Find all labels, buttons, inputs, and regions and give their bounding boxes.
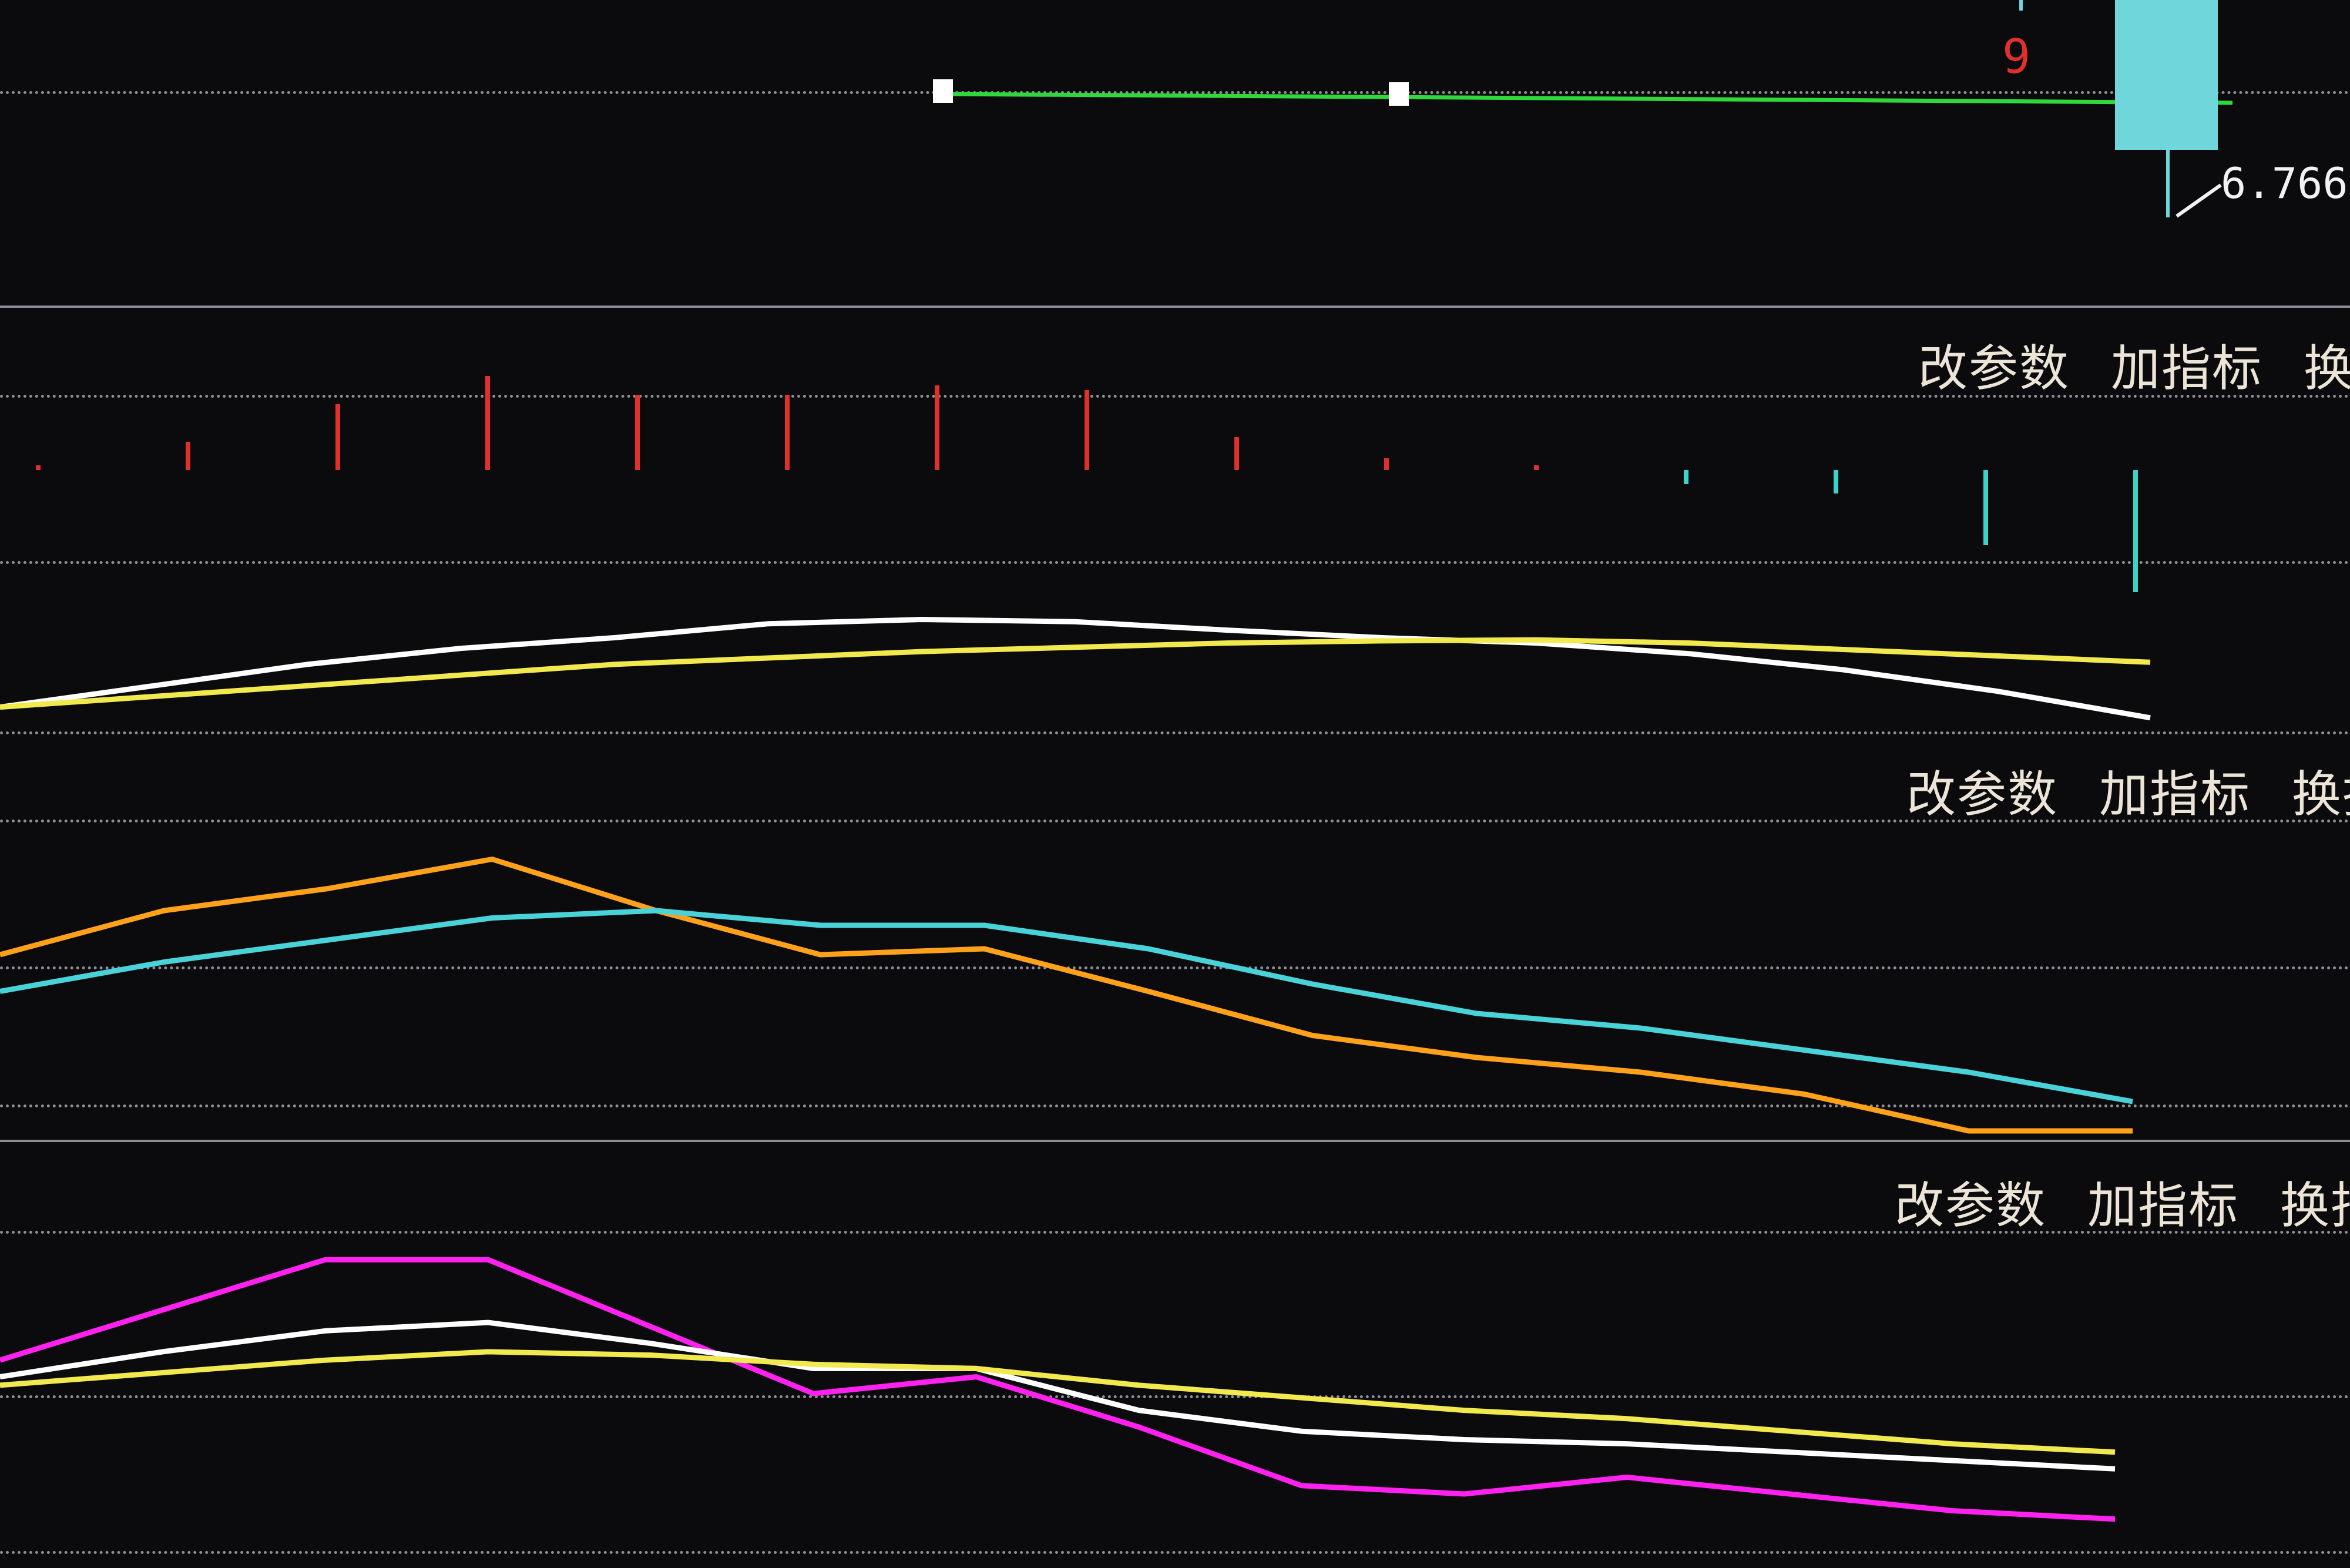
panel-1-series-line-1	[0, 637, 2151, 710]
price-point-marker	[933, 79, 953, 103]
candlestick-body	[2115, 0, 2218, 150]
panel-1-series-line-0	[0, 617, 2151, 721]
flat-price-line	[942, 92, 2233, 105]
indicator-plot-layer	[0, 0, 2233, 1522]
price-pointer-arrow	[2176, 183, 2222, 218]
panel-2-series-line-0	[0, 857, 2133, 1134]
panel-3-series-line-1	[0, 1319, 2116, 1472]
panel-2-series-line-1	[0, 908, 2133, 1104]
stock-chart-screen: 9 6.7669 改参数 加指标 换指标 改参数 加指标 换指标 改参数 加指标…	[0, 0, 2350, 1568]
price-point-marker	[1389, 82, 1409, 106]
